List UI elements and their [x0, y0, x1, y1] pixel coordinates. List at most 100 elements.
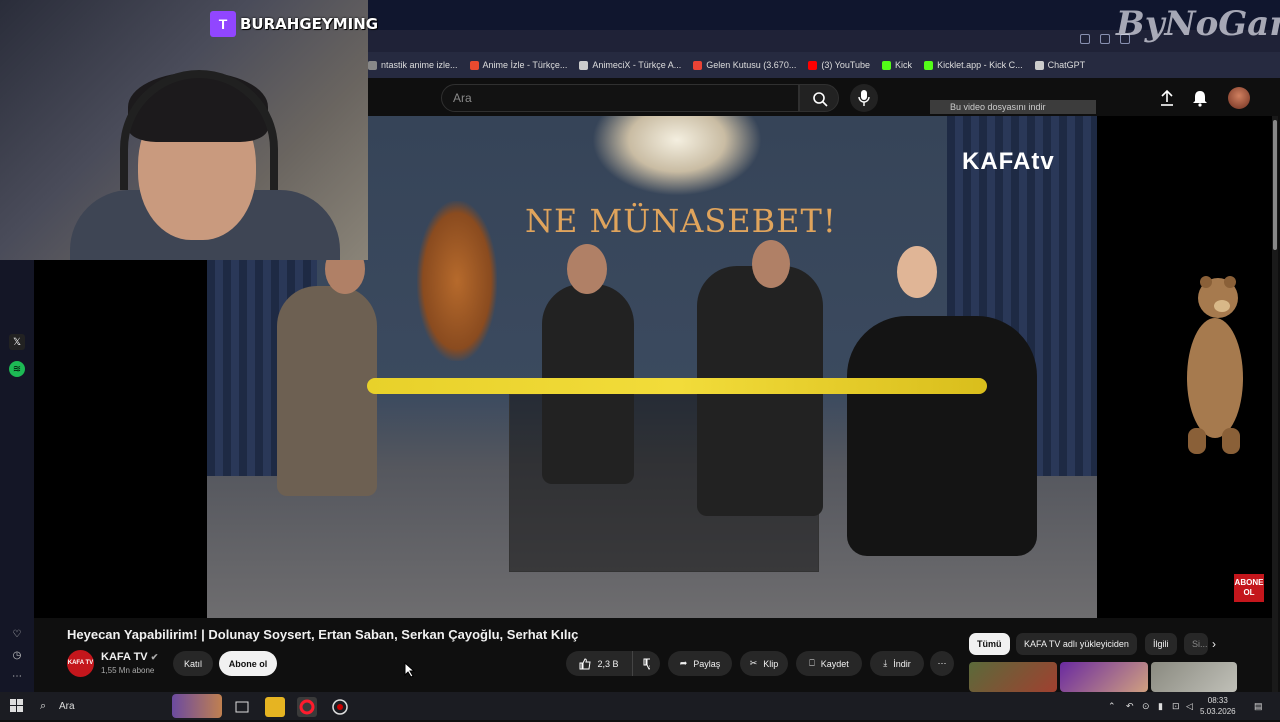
scrollbar-thumb[interactable]: [1273, 120, 1277, 250]
bookmark-item[interactable]: ntastik anime izle...: [368, 60, 458, 70]
recommended-thumbnail[interactable]: [1060, 662, 1148, 692]
guest-2-head: [567, 244, 607, 294]
guest-4-head: [897, 246, 937, 298]
taskbar-search[interactable]: Ara: [59, 701, 75, 712]
voice-search-button[interactable]: [850, 84, 878, 112]
heart-icon[interactable]: ♡: [9, 626, 25, 642]
taskbar-clock[interactable]: 08:33 5.03.2026: [1200, 695, 1236, 717]
wifi-icon[interactable]: ⊡: [1172, 701, 1182, 711]
bookmark-label: Gelen Kutusu (3.670...: [706, 60, 797, 70]
clip-button[interactable]: ✂ Klip: [740, 651, 788, 676]
notification-icon[interactable]: ▤: [1254, 701, 1264, 711]
like-button[interactable]: 2,3 B: [566, 651, 632, 676]
download-label: İndir: [893, 658, 911, 669]
bookmark-icon: [469, 60, 479, 70]
chip-more[interactable]: Si...: [1184, 633, 1208, 655]
more-icon[interactable]: ⋯: [9, 668, 25, 684]
bookmark-label: AnimeciX - Türkçe A...: [592, 60, 682, 70]
obs-icon[interactable]: [330, 697, 350, 717]
bookmark-item[interactable]: (3) YouTube: [808, 60, 870, 70]
chip-related[interactable]: İlgili: [1145, 633, 1177, 655]
bookmark-icon: [693, 60, 703, 70]
subscribe-badge[interactable]: ABONE OL: [1234, 574, 1264, 602]
subscriber-count: 1,55 Mn abone: [101, 666, 155, 675]
bookmark-label: ChatGPT: [1047, 60, 1086, 70]
bookmark-label: (3) YouTube: [821, 60, 871, 70]
dislike-button[interactable]: [632, 651, 660, 676]
channel-avatar[interactable]: KAFA TV: [67, 650, 94, 677]
twitch-handle: T BURAHGEYMING: [210, 11, 378, 37]
download-hint-banner[interactable]: Bu video dosyasını indir: [930, 100, 1096, 114]
channel-name[interactable]: KAFA TV ✔: [101, 651, 158, 663]
spotify-icon[interactable]: ≋: [9, 361, 25, 377]
subscribe-button[interactable]: Abone ol: [219, 651, 277, 676]
search-button[interactable]: [799, 84, 839, 112]
more-icon: ⋯: [937, 658, 947, 668]
flower-garland: [367, 378, 987, 394]
taskbar-widget[interactable]: [172, 694, 222, 718]
camera-icon[interactable]: [1100, 34, 1110, 44]
bookmark-item[interactable]: Anime İzle - Türkçe...: [469, 60, 567, 70]
bookmark-icon: [808, 60, 818, 70]
share-label: Paylaş: [693, 658, 721, 669]
stage-sign: NE MÜNASEBET!: [525, 202, 837, 240]
clock-time: 08:33: [1207, 696, 1228, 705]
bookmark-icon: [924, 60, 934, 70]
chevron-right-icon[interactable]: ›: [1212, 637, 1228, 653]
file-explorer-icon[interactable]: [265, 697, 285, 717]
search-input[interactable]: Ara: [441, 84, 799, 112]
guest-4: [847, 316, 1037, 556]
windows-start-icon[interactable]: [10, 699, 23, 712]
back-icon[interactable]: ↶: [1126, 701, 1136, 711]
join-button[interactable]: Katıl: [173, 651, 213, 676]
account-avatar[interactable]: [1228, 87, 1250, 109]
channel-watermark-logo: KAFAtv: [962, 148, 1055, 175]
guest-1: [277, 286, 377, 496]
verified-icon: ✔: [150, 652, 159, 662]
bookmark-icon: ⎕: [809, 658, 815, 668]
bookmark-icon: [1034, 60, 1044, 70]
bell-icon[interactable]: [1190, 88, 1210, 108]
mic-icon: [858, 90, 870, 106]
volume-icon[interactable]: ◁: [1186, 701, 1196, 711]
chevron-up-icon[interactable]: ⌃: [1108, 701, 1118, 711]
download-icon: ⤓: [883, 658, 888, 668]
bookmark-item[interactable]: Gelen Kutusu (3.670...: [693, 60, 796, 70]
clock-date: 5.03.2026: [1200, 707, 1236, 716]
clip-label: Klip: [763, 658, 779, 669]
network-icon[interactable]: ⊙: [1142, 701, 1152, 711]
search-icon[interactable]: ⌕: [40, 700, 46, 713]
recommended-thumbnail[interactable]: [1151, 662, 1237, 692]
chip-from-uploader[interactable]: KAFA TV adlı yükleyiciden: [1016, 633, 1137, 655]
bookmark-item[interactable]: AnimeciX - Türkçe A...: [579, 60, 681, 70]
thumbs-up-icon: [579, 657, 592, 669]
download-button[interactable]: ⤓ İndir: [870, 651, 924, 676]
clock-icon[interactable]: ◷: [9, 647, 25, 663]
mouse-cursor: [404, 662, 416, 678]
upload-icon[interactable]: [1158, 88, 1176, 108]
more-actions-button[interactable]: ⋯: [930, 651, 954, 676]
bookmark-item[interactable]: Kicklet.app - Kick C...: [924, 60, 1023, 70]
mic-icon[interactable]: ▮: [1158, 701, 1168, 711]
save-label: Kaydet: [820, 658, 849, 669]
save-button[interactable]: ⎕ Kaydet: [796, 651, 862, 676]
bookmark-icon: [579, 60, 589, 70]
opera-icon[interactable]: [297, 697, 317, 717]
bookmark-item[interactable]: Kick: [882, 60, 912, 70]
streamer-webcam: [0, 0, 368, 260]
like-count: 2,3 B: [597, 658, 619, 669]
bookmark-item[interactable]: ChatGPT: [1034, 60, 1086, 70]
thumbs-down-icon: [643, 658, 650, 670]
browser-sidebar: 𝕏 ≋ ♡ ◷ ⋯: [0, 260, 34, 692]
stream-watermark: ByNoGame: [1116, 4, 1280, 44]
bear-sticker: [1187, 276, 1243, 454]
channel-name-text[interactable]: KAFA TV: [101, 651, 148, 663]
x-icon[interactable]: 𝕏: [9, 334, 25, 350]
share-icon: ➦: [679, 658, 688, 668]
share-button[interactable]: ➦ Paylaş: [668, 651, 732, 676]
edit-icon[interactable]: [1080, 34, 1090, 44]
task-view-icon[interactable]: [232, 697, 252, 717]
twitch-icon: T: [210, 11, 236, 37]
chip-all[interactable]: Tümü: [969, 633, 1010, 655]
recommended-thumbnail[interactable]: [969, 662, 1057, 692]
